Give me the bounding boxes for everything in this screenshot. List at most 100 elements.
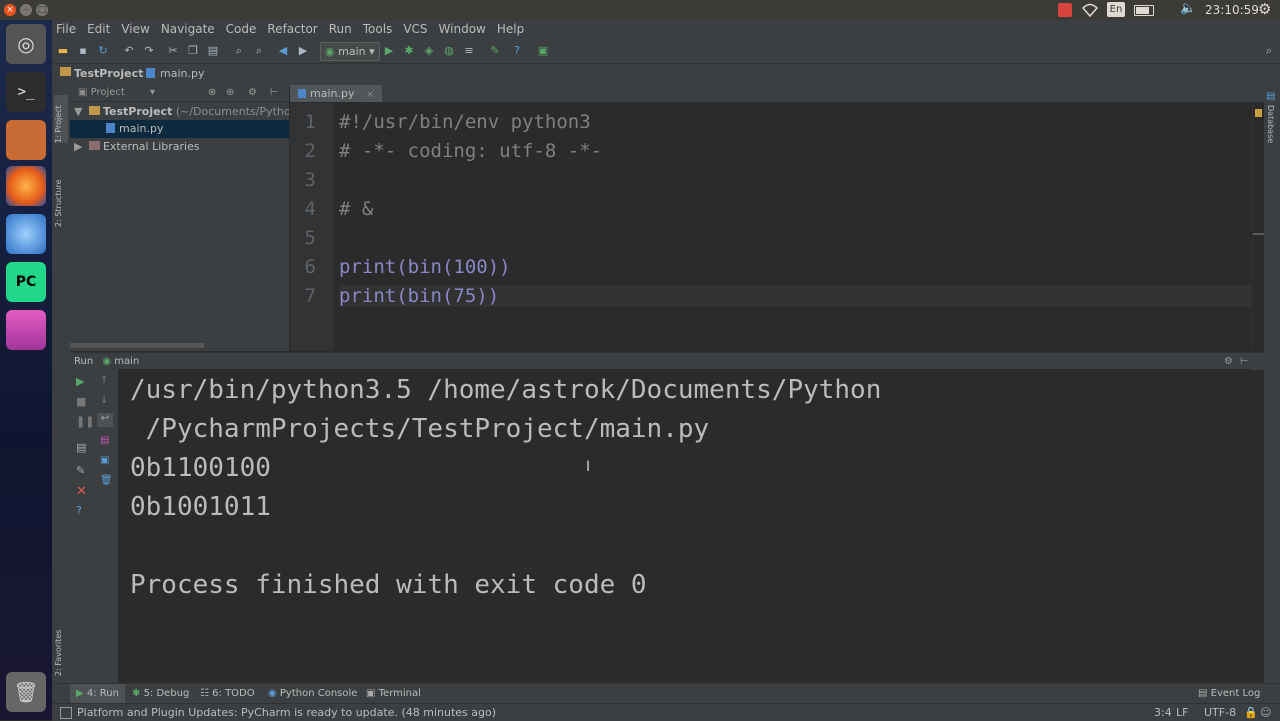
tab-terminal[interactable]: ▣ Terminal [366, 684, 421, 704]
undo-icon[interactable]: ↶ [122, 44, 136, 58]
tree-item-testproject[interactable]: ▼ TestProject (~/Documents/Python/Py [70, 103, 289, 121]
pin-icon[interactable]: ✎ [76, 464, 85, 477]
find-icon[interactable]: ⌕ [232, 44, 246, 58]
run-icon[interactable]: ▶ [382, 44, 396, 58]
run-config-name[interactable]: main [114, 356, 139, 367]
code-line[interactable]: # & [339, 198, 373, 220]
sync-icon[interactable]: ↻ [96, 44, 110, 58]
copy-icon[interactable]: ❐ [186, 44, 200, 58]
code-editor[interactable]: #!/usr/bin/env python3 # -*- coding: utf… [334, 103, 1252, 351]
stop-icon[interactable]: ≡ [462, 44, 476, 58]
status-message[interactable]: Platform and Plugin Updates: PyCharm is … [77, 704, 496, 721]
open-folder-icon[interactable]: ▬ [56, 44, 70, 58]
record-icon[interactable] [1058, 3, 1072, 17]
collapse-icon[interactable]: ⊗ [208, 85, 216, 101]
battery-icon[interactable] [1134, 5, 1154, 16]
help-icon[interactable]: ? [510, 44, 524, 58]
scroll-from-source-icon[interactable]: ⊕ [226, 85, 234, 101]
close-window-button[interactable]: × [4, 4, 16, 16]
menu-tools[interactable]: Tools [363, 20, 393, 39]
editor-tab-main-py[interactable]: main.py × [290, 85, 383, 102]
paste-icon[interactable]: ▤ [206, 44, 220, 58]
menu-vcs[interactable]: VCS [403, 20, 427, 39]
pause-icon[interactable]: ❚❚ [76, 415, 94, 428]
menu-refactor[interactable]: Refactor [267, 20, 317, 39]
files-app-icon[interactable] [6, 120, 46, 160]
breadcrumb-file[interactable]: main.py [160, 67, 204, 80]
debug-icon[interactable]: ✱ [402, 44, 416, 58]
terminal-app-icon[interactable]: >_ [6, 72, 46, 112]
scroll-end-icon[interactable]: ▤ [100, 435, 109, 446]
settings-icon[interactable]: ✎ [488, 44, 502, 58]
breadcrumb-project[interactable]: TestProject [74, 67, 143, 80]
line-separator[interactable]: LF [1176, 704, 1188, 721]
hide-panel-icon[interactable]: ⊢ [1240, 353, 1249, 370]
caret-position[interactable]: 3:4 [1154, 704, 1172, 721]
tab-todo[interactable]: ☷ 6: TODO [200, 684, 255, 704]
inspection-warning-icon[interactable] [1255, 109, 1262, 117]
hide-panel-icon[interactable]: ⊢ [270, 85, 279, 101]
app-icon[interactable] [6, 310, 46, 350]
keyboard-layout-indicator[interactable]: En [1107, 2, 1125, 17]
menu-run[interactable]: Run [329, 20, 352, 39]
redo-icon[interactable]: ↷ [142, 44, 156, 58]
run-console-output[interactable]: /usr/bin/python3.5 /home/astrok/Document… [118, 369, 1252, 683]
coverage-icon[interactable]: ◈ [422, 44, 436, 58]
wifi-icon[interactable] [1082, 3, 1098, 17]
menu-edit[interactable]: Edit [87, 20, 110, 39]
menu-help[interactable]: Help [497, 20, 524, 39]
replace-icon[interactable]: ⌕ [252, 44, 266, 58]
trash-icon[interactable]: 🗑 [6, 672, 46, 712]
menu-navigate[interactable]: Navigate [161, 20, 215, 39]
sdk-icon[interactable]: ▣ [536, 44, 550, 58]
menu-window[interactable]: Window [439, 20, 486, 39]
tree-item-external-libraries[interactable]: ▶ External Libraries [70, 138, 289, 156]
volume-icon[interactable]: 🔈 [1180, 1, 1196, 16]
print-icon[interactable]: ▣ [100, 455, 109, 466]
cut-icon[interactable]: ✂ [166, 44, 180, 58]
inspector-icon[interactable]: ☺ [1260, 704, 1271, 721]
forward-icon[interactable]: ▶ [296, 44, 310, 58]
code-line[interactable]: print(bin(100)) [339, 256, 511, 278]
stop-icon[interactable]: ■ [76, 395, 86, 408]
close-tab-icon[interactable]: × [366, 89, 374, 100]
minimize-window-button[interactable]: – [20, 4, 32, 16]
tab-python-console[interactable]: ◉ Python Console [268, 684, 357, 704]
tab-run[interactable]: ▶ 4: Run [70, 684, 125, 704]
scroll-down-icon[interactable]: ↓ [100, 395, 108, 406]
rerun-icon[interactable]: ▶ [76, 375, 84, 388]
pycharm-icon[interactable]: PC [6, 262, 46, 302]
code-line-current[interactable]: print(bin(75)) [339, 285, 1251, 307]
menu-view[interactable]: View [121, 20, 149, 39]
maximize-window-button[interactable]: □ [36, 4, 48, 16]
dropdown-arrow-icon[interactable]: ▾ [150, 85, 155, 101]
project-tool-tab[interactable]: 1: Project [54, 95, 68, 143]
project-view-select[interactable]: Project [91, 87, 125, 98]
expand-arrow-icon[interactable]: ▶ [74, 140, 82, 153]
menu-code[interactable]: Code [226, 20, 257, 39]
database-tool-tab[interactable]: Database [1266, 105, 1275, 143]
soft-wrap-icon[interactable]: ↩ [97, 413, 113, 427]
dash-home-icon[interactable]: ◎ [6, 24, 46, 64]
tree-item-main-py[interactable]: main.py [70, 120, 289, 138]
code-line[interactable]: # -*- coding: utf-8 -*- [339, 140, 602, 162]
save-icon[interactable]: ▪ [76, 44, 90, 58]
expand-arrow-icon[interactable]: ▼ [74, 105, 82, 118]
scroll-up-icon[interactable]: ↑ [100, 375, 108, 386]
clock-text[interactable]: 23:10:59 [1205, 3, 1259, 17]
database-icon[interactable]: ▤ [1266, 91, 1275, 102]
code-line[interactable]: #!/usr/bin/env python3 [339, 111, 591, 133]
search-everywhere-icon[interactable]: ⌕ [1262, 44, 1276, 58]
close-run-icon[interactable]: ✕ [76, 484, 87, 499]
profile-icon[interactable]: ◍ [442, 44, 456, 58]
tab-event-log[interactable]: ▤ Event Log [1198, 684, 1260, 704]
lock-icon[interactable]: 🔒 [1244, 704, 1258, 721]
horizontal-scrollbar[interactable] [70, 343, 204, 348]
help-icon[interactable]: ? [76, 504, 82, 517]
menu-file[interactable]: File [56, 20, 76, 39]
thunderbird-icon[interactable] [6, 214, 46, 254]
file-encoding[interactable]: UTF-8 [1204, 704, 1236, 721]
layout-icon[interactable]: ▤ [76, 441, 86, 454]
structure-tool-tab[interactable]: 2: Structure [54, 167, 68, 227]
favorites-tool-tab[interactable]: 2: Favorites [54, 620, 68, 676]
